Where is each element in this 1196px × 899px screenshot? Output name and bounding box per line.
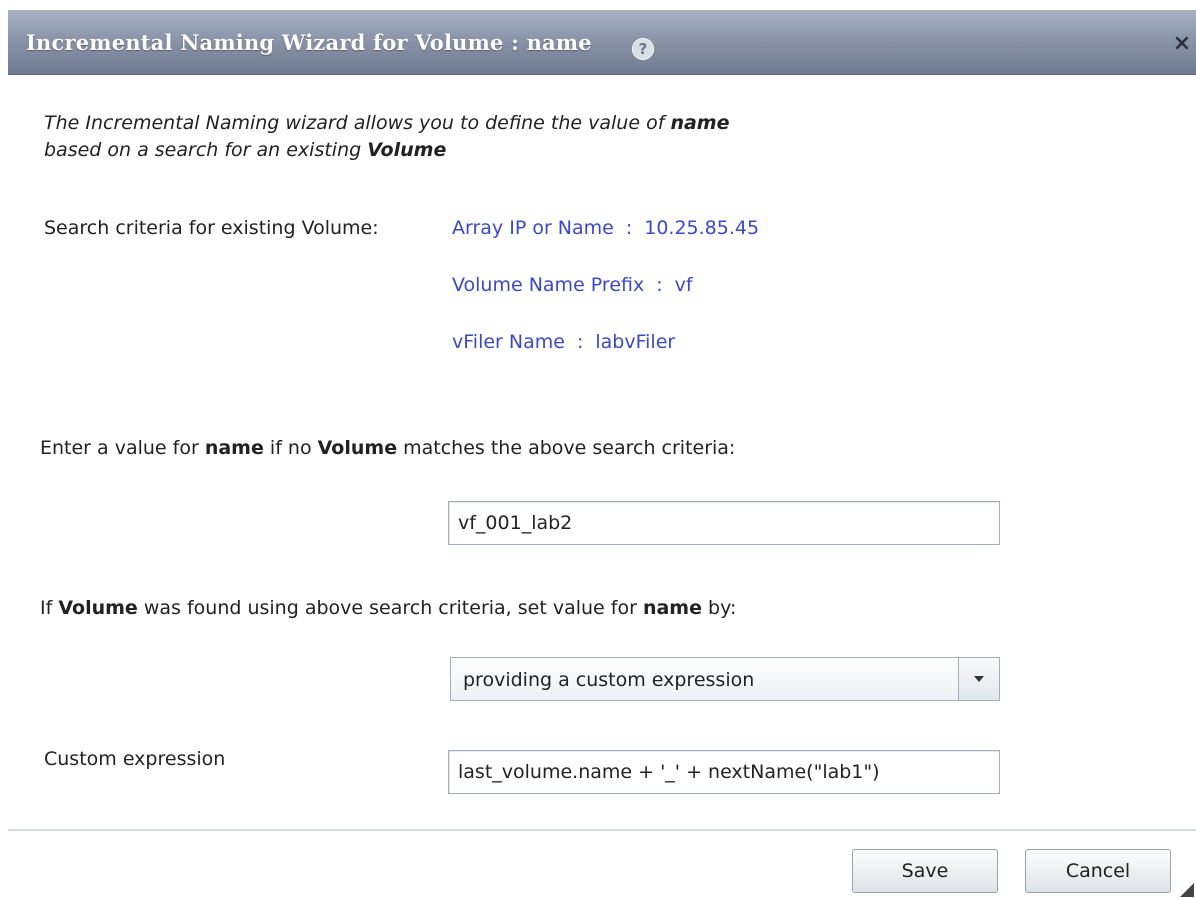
criteria-key: Array IP or Name bbox=[452, 217, 614, 239]
criteria-value: labvFiler bbox=[595, 331, 676, 353]
intro-text: The Incremental Naming wizard allows you… bbox=[44, 110, 864, 164]
criteria-value: vf bbox=[674, 274, 693, 296]
chevron-down-icon bbox=[974, 676, 984, 682]
dialog-title: Incremental Naming Wizard for Volume : n… bbox=[26, 30, 592, 55]
dropdown-arrow-button[interactable] bbox=[958, 658, 999, 700]
found-rule-label: If Volume was found using above search c… bbox=[40, 597, 737, 619]
cancel-button[interactable]: Cancel bbox=[1025, 849, 1171, 893]
intro-line-1: The Incremental Naming wizard allows you… bbox=[44, 112, 730, 134]
title-bar[interactable]: Incremental Naming Wizard for Volume : n… bbox=[8, 10, 1196, 75]
close-icon[interactable]: × bbox=[1170, 32, 1194, 56]
criteria-separator: : bbox=[576, 331, 584, 353]
criteria-key: Volume Name Prefix bbox=[452, 274, 645, 296]
incremental-naming-dialog: Incremental Naming Wizard for Volume : n… bbox=[0, 0, 1196, 899]
criteria-item-array: Array IP or Name:10.25.85.45 bbox=[452, 217, 759, 239]
naming-rule-selected-value: providing a custom expression bbox=[463, 669, 755, 691]
criteria-value: 10.25.85.45 bbox=[644, 217, 760, 239]
custom-expression-input[interactable] bbox=[448, 750, 1000, 794]
criteria-item-vfiler: vFiler Name: labvFiler bbox=[452, 331, 675, 353]
criteria-key: vFiler Name bbox=[452, 331, 565, 353]
naming-rule-select[interactable]: providing a custom expression bbox=[450, 657, 1000, 701]
save-button[interactable]: Save bbox=[852, 849, 998, 893]
default-value-label: Enter a value for name if no Volume matc… bbox=[40, 437, 736, 459]
footer-divider bbox=[8, 829, 1196, 831]
resize-grip-icon[interactable] bbox=[1180, 883, 1194, 897]
search-criteria-label: Search criteria for existing Volume: bbox=[44, 217, 379, 239]
custom-expression-label: Custom expression bbox=[44, 748, 226, 770]
default-name-input[interactable] bbox=[448, 501, 1000, 545]
help-icon[interactable]: ? bbox=[632, 38, 654, 60]
criteria-separator: : bbox=[625, 217, 633, 239]
criteria-separator: : bbox=[656, 274, 663, 296]
criteria-item-prefix: Volume Name Prefix: vf bbox=[452, 274, 693, 296]
intro-line-2: based on a search for an existing Volume bbox=[44, 139, 447, 161]
